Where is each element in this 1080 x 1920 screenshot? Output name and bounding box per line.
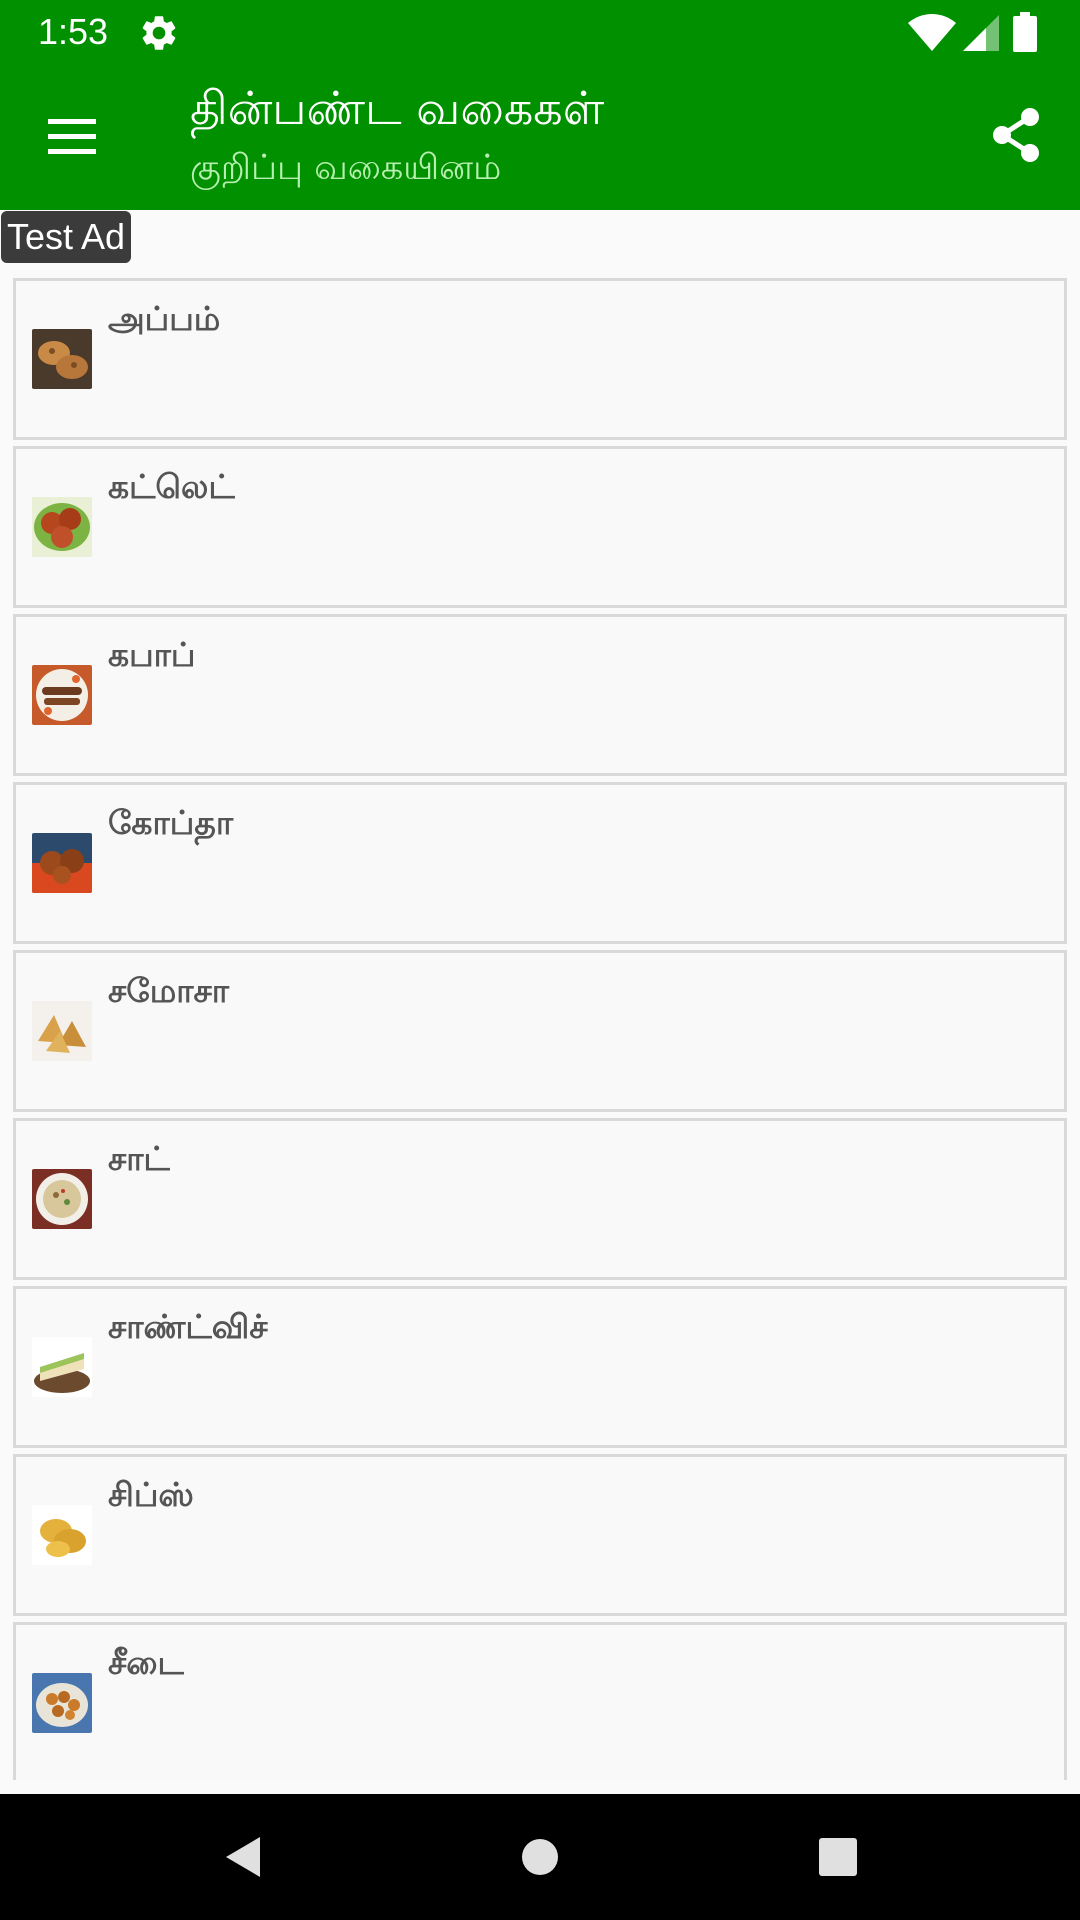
share-icon[interactable] (990, 107, 1042, 163)
app-bar: தின்பண்ட வகைகள் குறிப்பு வகையினம் (0, 63, 1080, 210)
list-item[interactable]: சமோசா (13, 950, 1067, 1112)
app-subtitle: குறிப்பு வகையினம் (190, 148, 502, 188)
wifi-icon (908, 14, 956, 51)
list-item[interactable]: சாட் (13, 1118, 1067, 1280)
recipe-thumbnail (32, 1673, 92, 1733)
recipe-thumbnail (32, 329, 92, 389)
list-item[interactable]: கோப்தா (13, 782, 1067, 944)
list-item[interactable]: அப்பம் (13, 278, 1067, 440)
navigation-bar (0, 1794, 1080, 1920)
recipe-name: கோப்தா (108, 803, 234, 842)
recipe-name: சீடை (108, 1643, 184, 1682)
recipe-thumbnail (32, 497, 92, 557)
signal-icon (963, 15, 999, 51)
recipe-name: சாண்ட்விச் (108, 1307, 268, 1346)
status-time: 1:53 (38, 11, 109, 52)
app-title: தின்பண்ட வகைகள் (190, 81, 605, 135)
recipe-thumbnail (32, 1505, 92, 1565)
recipe-name: சிப்ஸ் (108, 1475, 194, 1514)
recipe-name: அப்பம் (108, 299, 221, 338)
list-item[interactable]: சீடை (13, 1622, 1067, 1780)
gear-icon (142, 16, 176, 50)
recipe-thumbnail (32, 1169, 92, 1229)
recipe-thumbnail (32, 1337, 92, 1397)
recipe-list: அப்பம் கட்லெட் கபாப் கோப்தா சமோசா சாட் ச… (13, 278, 1067, 1780)
recipe-thumbnail (32, 1001, 92, 1061)
recipe-name: சமோசா (108, 971, 230, 1010)
list-item[interactable]: சாண்ட்விச் (13, 1286, 1067, 1448)
menu-icon[interactable] (44, 113, 100, 159)
recipe-thumbnail (32, 665, 92, 725)
recipe-name: கட்லெட் (108, 467, 235, 506)
test-ad-banner[interactable]: Test Ad (1, 211, 132, 263)
recipe-thumbnail (32, 833, 92, 893)
recents-icon[interactable] (813, 1832, 863, 1882)
status-bar: 1:53 (0, 0, 1080, 63)
recipe-name: கபாப் (108, 635, 196, 674)
battery-icon (1013, 12, 1037, 52)
recipe-name: சாட் (108, 1139, 170, 1178)
list-item[interactable]: கட்லெட் (13, 446, 1067, 608)
list-item[interactable]: சிப்ஸ் (13, 1454, 1067, 1616)
list-item[interactable]: கபாப் (13, 614, 1067, 776)
home-icon[interactable] (515, 1832, 565, 1882)
back-icon[interactable] (218, 1832, 268, 1882)
